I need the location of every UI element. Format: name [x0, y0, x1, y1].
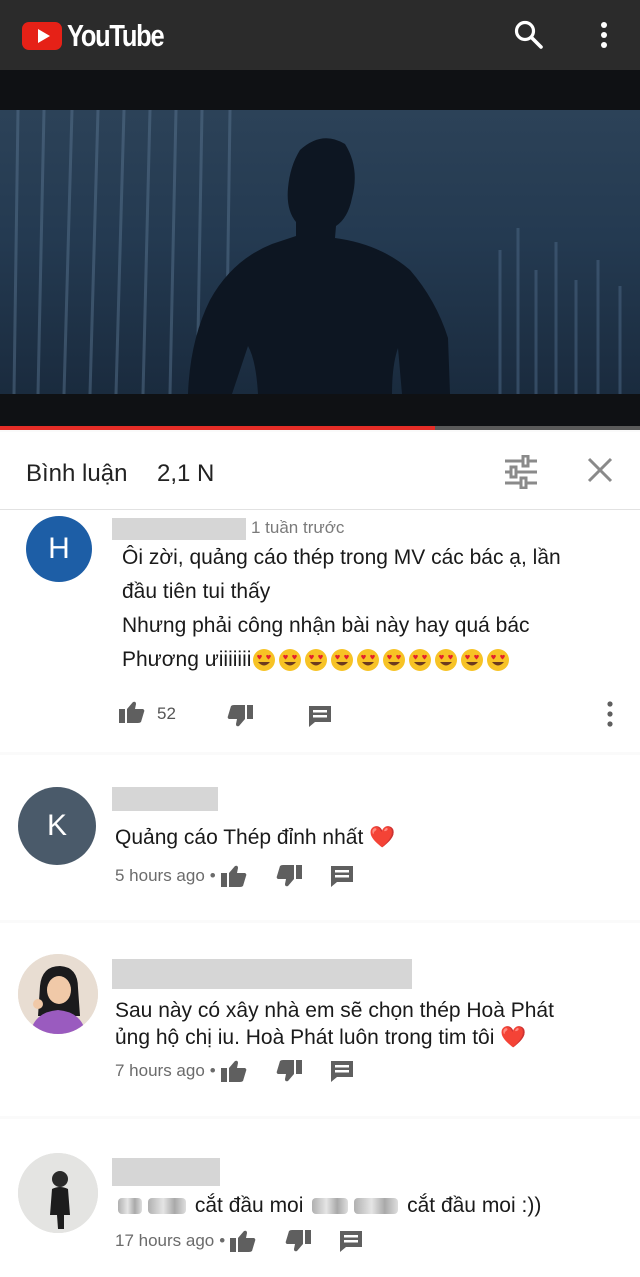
comment-time: 1 tuần trước	[251, 518, 345, 537]
comment-time: 7 hours ago	[115, 1061, 205, 1080]
author-name-redacted[interactable]	[112, 518, 246, 540]
close-icon[interactable]	[585, 455, 615, 485]
heart-eyes-emoji	[383, 649, 406, 672]
heart-eyes-emoji	[331, 649, 354, 672]
user-photo-icon	[18, 1153, 98, 1233]
dislike-icon[interactable]	[275, 1059, 303, 1083]
heart-eyes-emoji	[253, 649, 276, 672]
filter-icon[interactable]	[503, 455, 539, 489]
comment-item: Sau này có xây nhà em sẽ chọn thép Hoà P…	[0, 923, 640, 1116]
reply-icon[interactable]	[329, 864, 355, 888]
heart-eyes-emoji	[357, 649, 380, 672]
reply-icon[interactable]	[307, 704, 333, 728]
author-name-redacted[interactable]	[112, 959, 412, 989]
like-count: 52	[157, 704, 176, 723]
comments-count: 2,1 N	[157, 460, 215, 487]
redacted-text	[148, 1198, 186, 1215]
comment-text-line: đầu tiên tui thấy	[122, 580, 271, 603]
heart-eyes-emoji	[487, 649, 510, 672]
separator-dot: •	[219, 1231, 226, 1250]
comment-text-line: Ôi zời, quảng cáo thép trong MV các bác …	[122, 546, 561, 569]
author-name-redacted[interactable]	[112, 1158, 220, 1186]
video-frame	[0, 110, 640, 394]
video-progress-fill	[0, 426, 436, 430]
top-app-bar: YouTube	[0, 0, 640, 70]
dislike-icon[interactable]	[275, 864, 303, 888]
avatar-photo[interactable]	[18, 954, 98, 1034]
heart-eyes-emoji	[461, 649, 484, 672]
comment-text-line-with-emoji: Phương ưiiiiiii 😍😍😍😍😍😍😍😍😍😍	[122, 643, 512, 677]
youtube-mobile-app: YouTube Bình luận 2,1 N H 1 tuần trước Ô…	[0, 0, 640, 1277]
reply-icon[interactable]	[329, 1059, 355, 1083]
comment-text-line: ủng hộ chị iu. Hoà Phát luôn trong tim t…	[115, 1026, 495, 1049]
comment-text: cắt đầu moi cắt đầu moi :))	[115, 1189, 541, 1223]
like-icon[interactable]	[229, 1229, 257, 1253]
author-name-redacted[interactable]	[112, 787, 218, 811]
video-player[interactable]	[0, 70, 640, 430]
heart-eyes-emoji	[305, 649, 328, 672]
avatar-photo[interactable]	[18, 1153, 98, 1233]
youtube-logo[interactable]: YouTube	[22, 18, 185, 54]
comment-text-line: Quảng cáo Thép đỉnh nhất	[115, 826, 364, 849]
comment-item: H 1 tuần trước Ôi zời, quảng cáo thép tr…	[0, 510, 640, 752]
redacted-text	[118, 1198, 142, 1215]
like-icon[interactable]	[220, 864, 248, 888]
comment-text-line-with-emoji: ủng hộ chị iu. Hoà Phát luôn trong tim t…	[115, 1021, 526, 1055]
comment-time: 5 hours ago	[115, 866, 205, 885]
comment-more-icon[interactable]	[600, 700, 620, 728]
more-vert-icon[interactable]	[588, 18, 622, 52]
comment-item: K Quảng cáo Thép đỉnh nhất ❤️ 5 hours ag…	[0, 755, 640, 920]
comment-actions: 7 hours ago •	[115, 1059, 355, 1083]
heart-emoji: ❤️	[500, 1026, 527, 1049]
separator-dot: •	[209, 1061, 216, 1080]
comments-header: Bình luận 2,1 N	[0, 432, 640, 510]
heart-eyes-emoji	[279, 649, 302, 672]
emoji-row	[252, 648, 512, 672]
comment-text-line: cắt đầu moi	[194, 1194, 304, 1217]
redacted-text	[312, 1198, 349, 1215]
avatar[interactable]: H	[26, 516, 92, 582]
avatar-letter: H	[48, 532, 70, 565]
search-icon[interactable]	[512, 18, 546, 52]
comment-text-line: Phương ưiiiiiii	[122, 648, 252, 671]
dislike-icon[interactable]	[226, 704, 254, 728]
comments-title: Bình luận	[26, 460, 128, 487]
heart-emoji: ❤️	[369, 826, 396, 849]
comment-actions: 5 hours ago •	[115, 864, 355, 888]
separator-dot: •	[209, 866, 216, 885]
comment-text: Quảng cáo Thép đỉnh nhất ❤️	[115, 821, 395, 855]
comment-text-line: Nhưng phải công nhận bài này hay quá bác	[122, 614, 530, 637]
comment-actions: 17 hours ago •	[115, 1229, 364, 1253]
user-photo-icon	[18, 954, 98, 1034]
comment-text-line: cắt đầu moi :))	[407, 1194, 542, 1217]
logo-wordmark: YouTube	[67, 18, 165, 53]
like-icon[interactable]	[220, 1059, 248, 1083]
video-frame-artwork	[12, 110, 622, 394]
comment-time: 17 hours ago	[115, 1231, 215, 1250]
youtube-play-logo-icon	[22, 22, 62, 50]
comment-item: cắt đầu moi cắt đầu moi :)) 17 hours ago…	[0, 1119, 640, 1277]
dislike-icon[interactable]	[284, 1229, 312, 1253]
like-icon[interactable]	[118, 700, 146, 724]
heart-eyes-emoji	[435, 649, 458, 672]
video-progress-bar[interactable]	[0, 426, 640, 430]
avatar[interactable]: K	[18, 787, 96, 865]
avatar-letter: K	[46, 809, 67, 842]
heart-eyes-emoji	[409, 649, 432, 672]
redacted-text	[354, 1198, 399, 1215]
reply-icon[interactable]	[338, 1229, 364, 1253]
